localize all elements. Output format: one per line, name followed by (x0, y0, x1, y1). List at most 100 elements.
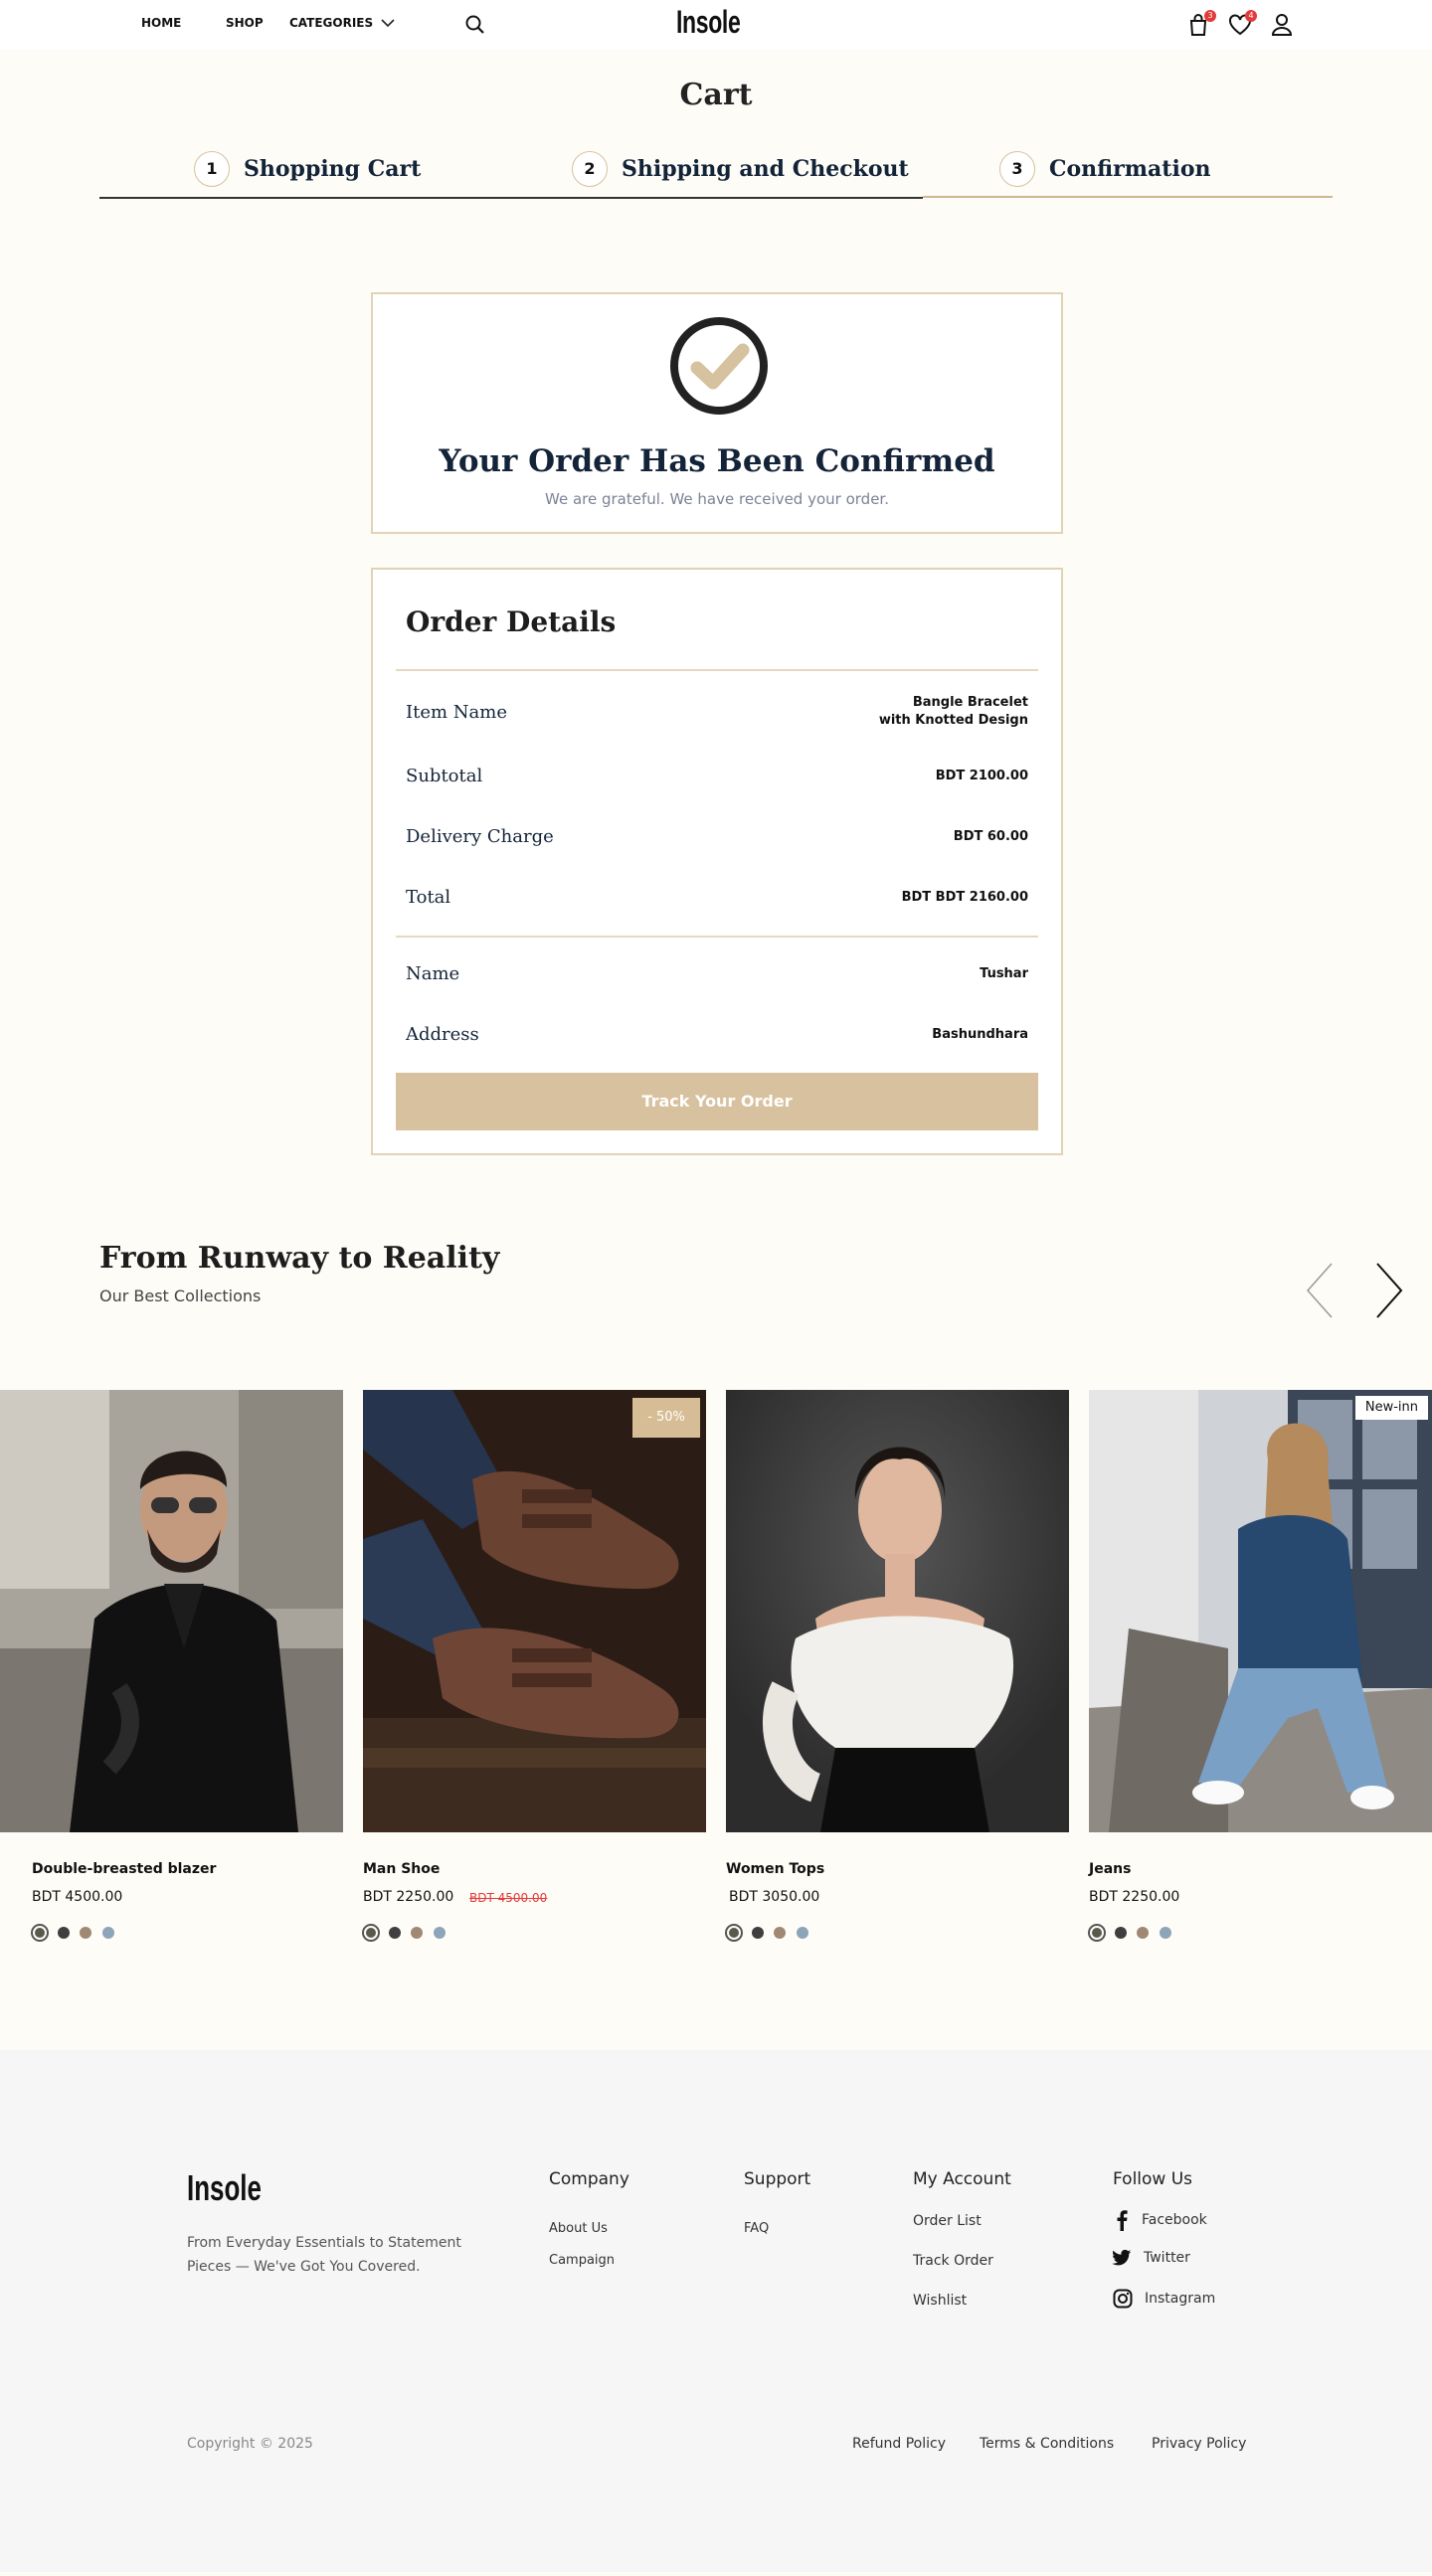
order-details-title: Order Details (406, 605, 617, 638)
step-shipping-checkout[interactable]: 2 Shipping and Checkout (572, 151, 909, 187)
footer-link-instagram[interactable]: Instagram (1113, 2289, 1215, 2309)
track-order-button[interactable]: Track Your Order (396, 1073, 1038, 1130)
color-swatch[interactable] (434, 1927, 446, 1939)
step-shopping-cart[interactable]: 1 Shopping Cart (194, 151, 421, 187)
product-card-women-tops[interactable]: Women Tops BDT 3050.00 (725, 1390, 1069, 1942)
item-name-label: Item Name (406, 702, 507, 723)
page-title: Cart (679, 78, 753, 112)
footer-link-terms-conditions[interactable]: Terms & Conditions (980, 2436, 1114, 2452)
check-circle-icon (669, 316, 769, 416)
wishlist-icon[interactable]: 4 (1227, 10, 1257, 38)
color-swatch[interactable] (1137, 1927, 1149, 1939)
footer-heading-follow-us: Follow Us (1113, 2169, 1193, 2189)
footer-link-wishlist[interactable]: Wishlist (913, 2293, 967, 2309)
address-value: Bashundhara (932, 1027, 1028, 1042)
footer-link-twitter[interactable]: Twitter (1112, 2249, 1190, 2267)
product-card-shoe[interactable]: - 50% Man Shoe BDT 2250.00 BDT 4500.00 (362, 1390, 706, 1942)
address-label: Address (406, 1024, 479, 1045)
delivery-charge-value: BDT 60.00 (953, 829, 1028, 844)
footer-heading-my-account: My Account (913, 2169, 1011, 2189)
site-logo[interactable]: Insole (676, 4, 741, 41)
nav-categories[interactable]: CATEGORIES (289, 16, 395, 30)
footer-link-order-list[interactable]: Order List (913, 2213, 982, 2229)
product-image[interactable] (726, 1390, 1069, 1832)
delivery-charge-label: Delivery Charge (406, 826, 554, 847)
color-swatch[interactable] (31, 1924, 49, 1942)
confirmation-title: Your Order Has Been Confirmed (439, 443, 995, 479)
carousel-prev-icon[interactable] (1305, 1261, 1335, 1320)
product-image[interactable]: New-inn (1089, 1390, 1432, 1832)
footer-logo[interactable]: Insole (187, 2167, 272, 2209)
customer-name-value: Tushar (980, 966, 1028, 981)
footer-link-refund-policy[interactable]: Refund Policy (852, 2436, 946, 2452)
order-details-card: Order Details Item Name Bangle Bracelet … (371, 568, 1063, 1155)
new-in-badge: New-inn (1354, 1396, 1428, 1420)
color-swatch[interactable] (1115, 1927, 1127, 1939)
footer-heading-support: Support (744, 2169, 811, 2189)
nav-shop[interactable]: SHOP (226, 16, 264, 30)
item-name-line1: Bangle Bracelet (912, 695, 1028, 710)
step-progress-complete (99, 197, 923, 199)
color-swatch[interactable] (58, 1927, 70, 1939)
step-number: 2 (572, 151, 608, 187)
subtotal-value: BDT 2100.00 (935, 769, 1028, 783)
instagram-icon (1113, 2289, 1133, 2309)
customer-name-label: Name (406, 963, 460, 984)
product-price: BDT 2250.00 (363, 1889, 454, 1905)
nav-home[interactable]: HOME (141, 16, 181, 30)
color-swatch[interactable] (774, 1927, 786, 1939)
step-label: Shopping Cart (244, 156, 422, 182)
site-header: HOME SHOP CATEGORIES Insole 3 4 (0, 0, 1432, 50)
product-name[interactable]: Jeans (1089, 1861, 1131, 1877)
step-confirmation[interactable]: 3 Confirmation (999, 151, 1211, 187)
item-name-line2: with Knotted Design (878, 713, 1028, 728)
cart-icon[interactable]: 3 (1186, 10, 1216, 38)
user-icon[interactable] (1270, 12, 1296, 38)
subtotal-label: Subtotal (406, 766, 483, 786)
divider (396, 936, 1038, 938)
collection-subtitle: Our Best Collections (99, 1287, 262, 1305)
product-price: BDT 4500.00 (32, 1889, 123, 1905)
product-image[interactable] (0, 1390, 343, 1832)
color-swatch[interactable] (797, 1927, 808, 1939)
step-label: Shipping and Checkout (622, 156, 909, 182)
product-name[interactable]: Women Tops (726, 1861, 824, 1877)
footer-link-track-order[interactable]: Track Order (913, 2253, 993, 2269)
footer-link-privacy-policy[interactable]: Privacy Policy (1152, 2436, 1246, 2452)
color-swatch[interactable] (1160, 1927, 1171, 1939)
product-name[interactable]: Double-breasted blazer (32, 1861, 216, 1877)
footer-heading-company: Company (549, 2169, 629, 2189)
chevron-down-icon (381, 19, 395, 28)
step-number: 3 (999, 151, 1035, 187)
facebook-label: Facebook (1142, 2212, 1207, 2228)
step-label: Confirmation (1049, 156, 1211, 182)
site-footer: Insole From Everyday Essentials to State… (0, 2050, 1432, 2572)
footer-link-faq[interactable]: FAQ (744, 2221, 769, 2236)
product-card-jeans[interactable]: New-inn Jeans BDT 2250.00 (1088, 1390, 1432, 1942)
color-swatch[interactable] (389, 1927, 401, 1939)
color-swatch[interactable] (411, 1927, 423, 1939)
color-swatch[interactable] (1088, 1924, 1106, 1942)
nav-categories-label: CATEGORIES (289, 16, 374, 30)
search-icon[interactable] (463, 13, 489, 39)
color-swatch[interactable] (725, 1924, 743, 1942)
item-name-value: Bangle Bracelet with Knotted Design (879, 694, 1028, 730)
footer-link-about-us[interactable]: About Us (549, 2221, 608, 2236)
product-card-blazer[interactable]: Double-breasted blazer BDT 4500.00 (0, 1390, 343, 1942)
product-name[interactable]: Man Shoe (363, 1861, 440, 1877)
color-swatch[interactable] (80, 1927, 91, 1939)
footer-link-facebook[interactable]: Facebook (1114, 2209, 1207, 2231)
cart-count-badge: 3 (1204, 10, 1216, 22)
divider (396, 669, 1038, 671)
wishlist-count-badge: 4 (1245, 10, 1257, 22)
carousel-next-icon[interactable] (1374, 1261, 1404, 1320)
color-swatch[interactable] (362, 1924, 380, 1942)
discount-badge: - 50% (632, 1398, 700, 1438)
total-value: BDT BDT 2160.00 (901, 890, 1028, 905)
twitter-label: Twitter (1144, 2250, 1190, 2266)
color-swatch[interactable] (752, 1927, 764, 1939)
color-swatch[interactable] (102, 1927, 114, 1939)
footer-link-campaign[interactable]: Campaign (549, 2253, 615, 2268)
collection-title: From Runway to Reality (99, 1241, 500, 1276)
product-image[interactable]: - 50% (363, 1390, 706, 1832)
